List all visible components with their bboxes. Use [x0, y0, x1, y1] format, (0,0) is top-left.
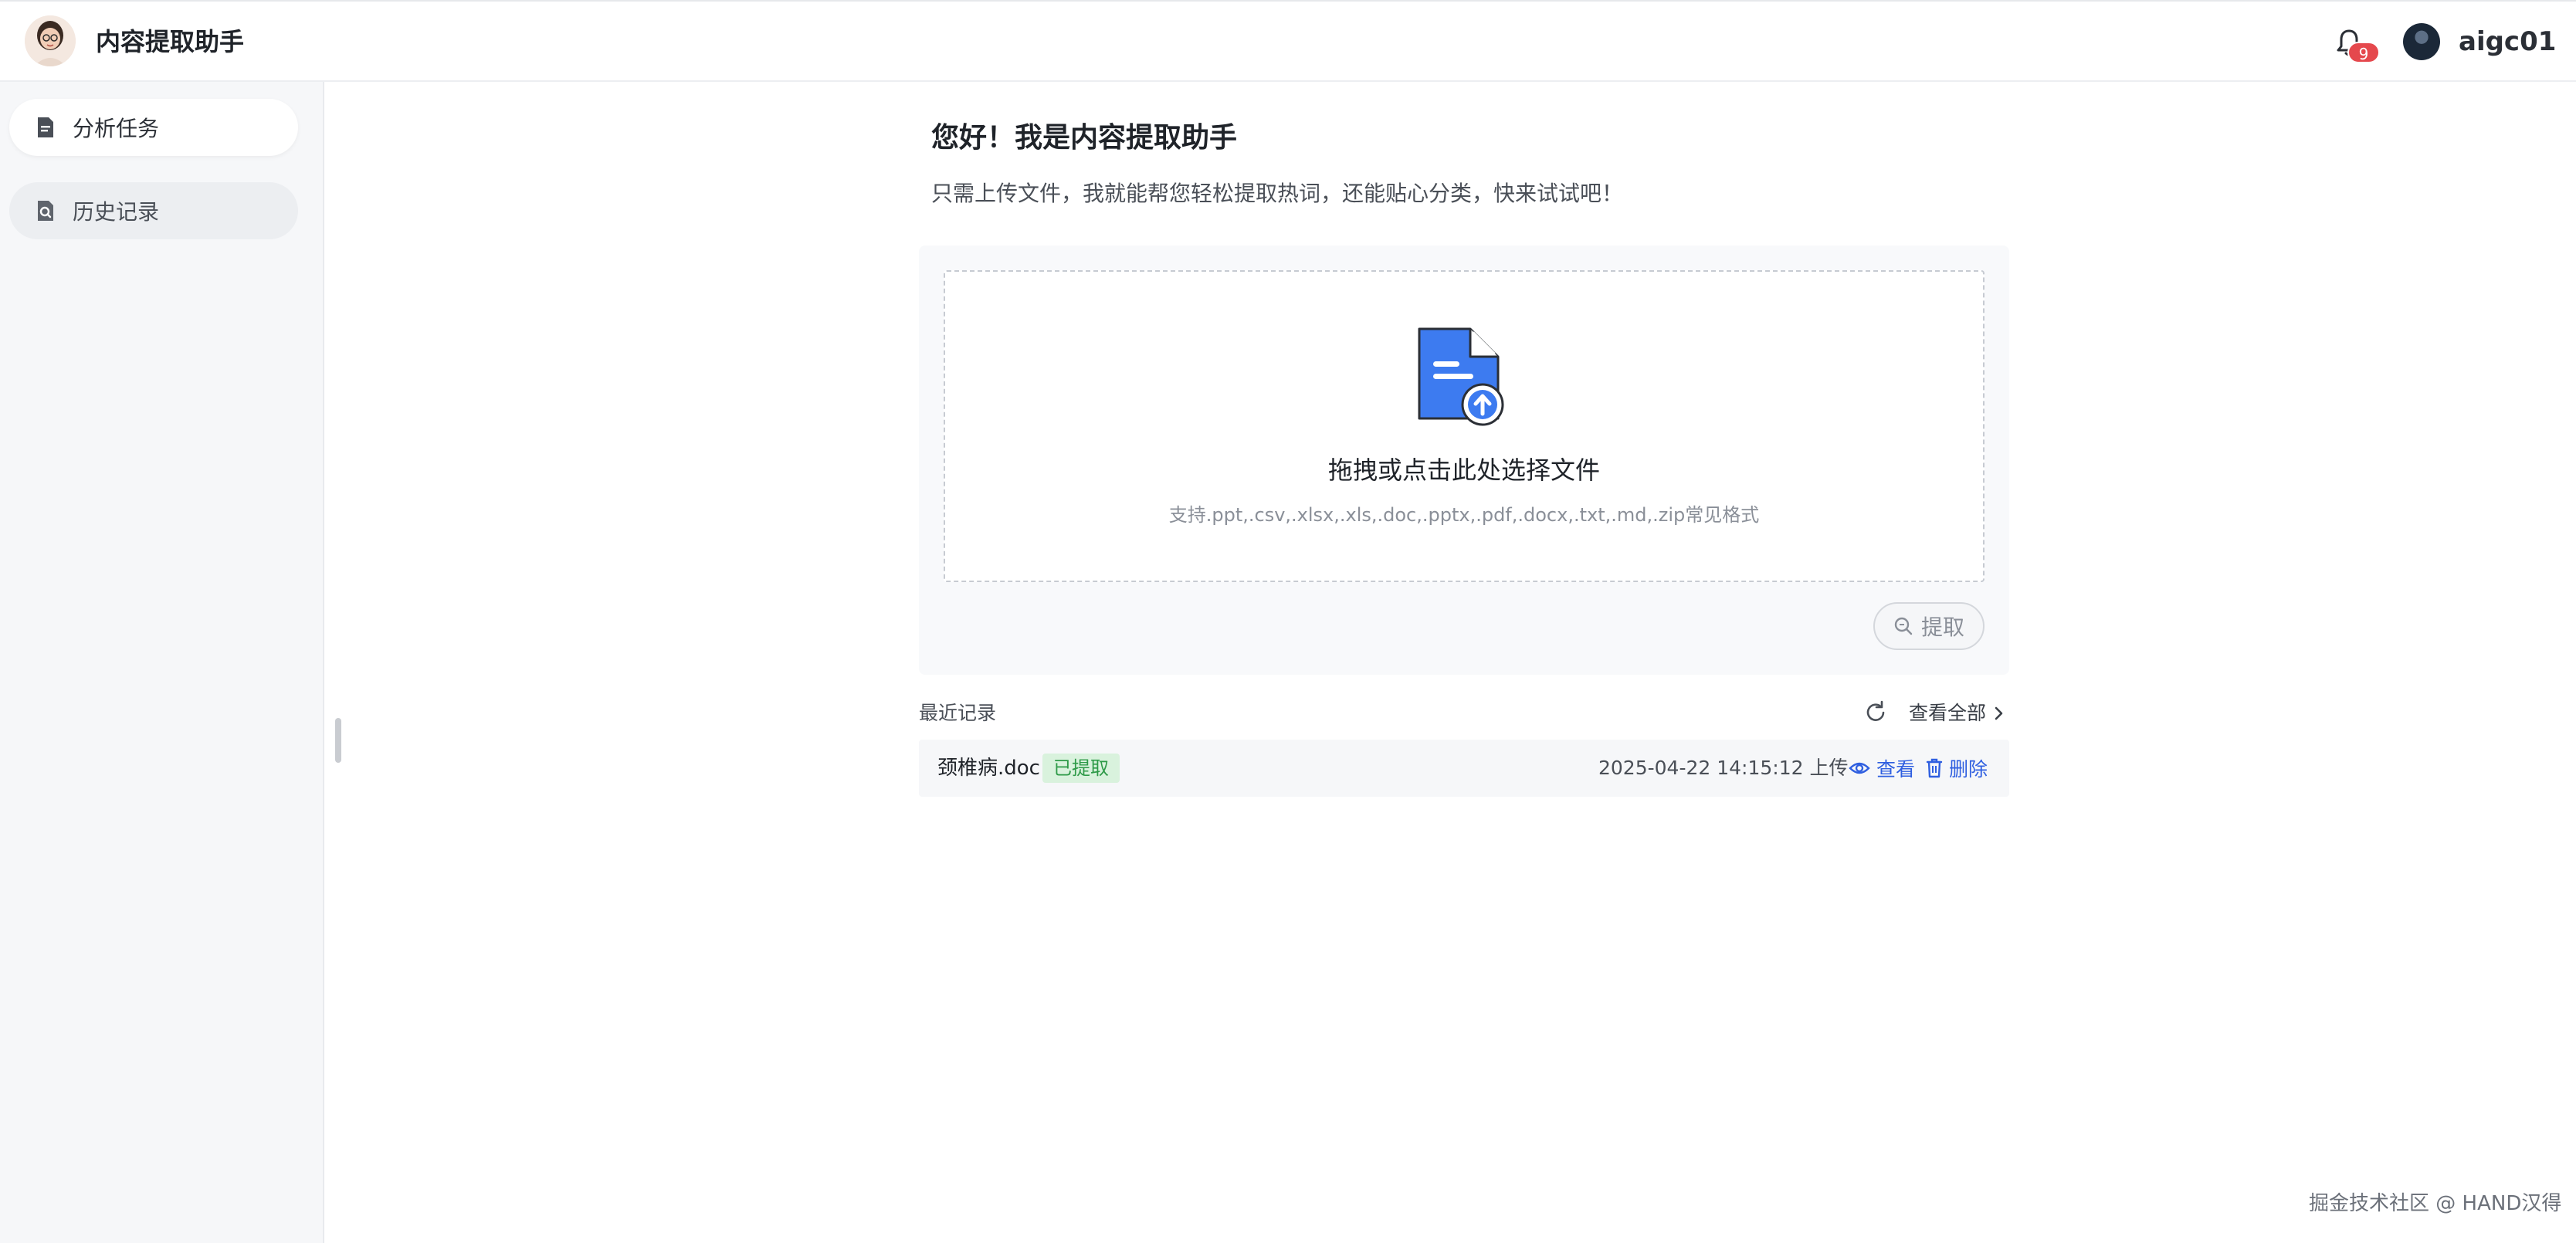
- trash-icon: [1926, 758, 1943, 778]
- document-icon: [38, 117, 53, 137]
- sidebar-item-label: 历史记录: [73, 199, 160, 225]
- eye-icon: [1849, 762, 1870, 774]
- search-icon: [1894, 617, 1913, 635]
- sidebar-item-history[interactable]: 历史记录: [9, 182, 298, 239]
- top-header: 内容提取助手 9 aigc01: [0, 0, 2576, 82]
- greeting-subtitle: 只需上传文件，我就能帮您轻松提取热词，还能贴心分类，快来试试吧！: [931, 181, 1624, 206]
- sidebar-item-analysis-task[interactable]: 分析任务: [9, 99, 298, 156]
- app-title: 内容提取助手: [96, 27, 245, 56]
- view-all-label: 查看全部: [1909, 702, 1987, 724]
- username[interactable]: aigc01: [2459, 25, 2556, 59]
- recent-records-title: 最近记录: [919, 702, 997, 724]
- refresh-icon[interactable]: [1863, 699, 1889, 726]
- upload-title: 拖拽或点击此处选择文件: [1327, 456, 1600, 485]
- assistant-avatar: [25, 15, 76, 66]
- view-record-label: 查看: [1876, 758, 1916, 781]
- view-all-link[interactable]: 查看全部: [1909, 699, 2005, 727]
- extract-button-label: 提取: [1920, 615, 1964, 640]
- sidebar: 分析任务 历史记录: [0, 82, 324, 1243]
- chevron-right-icon: [1995, 706, 2003, 720]
- watermark: 掘金技术社区 @ HAND汉得: [2309, 1192, 2562, 1215]
- file-upload-icon: [1418, 327, 1504, 426]
- user-avatar[interactable]: [2403, 23, 2440, 60]
- view-record-button[interactable]: 查看: [1849, 754, 1915, 783]
- delete-record-button[interactable]: 删除: [1926, 754, 1988, 783]
- delete-record-label: 删除: [1949, 758, 1988, 781]
- upload-format-hint: 支持.ppt,.csv,.xlsx,.xls,.doc,.pptx,.pdf,.…: [1168, 504, 1760, 526]
- greeting-title: 您好！我是内容提取助手: [931, 122, 1238, 154]
- extract-button[interactable]: 提取: [1873, 602, 1985, 650]
- record-file-name: 颈椎病.doc: [937, 757, 1040, 780]
- sidebar-item-label: 分析任务: [73, 116, 160, 141]
- status-badge: 已提取: [1042, 754, 1120, 783]
- notification-count-badge: 9: [2347, 42, 2380, 63]
- sidebar-resize-handle[interactable]: [335, 718, 341, 763]
- record-upload-time: 2025-04-22 14:15:12 上传: [1598, 757, 1849, 779]
- history-search-icon: [38, 201, 53, 221]
- assistant-avatar-image: [25, 15, 76, 66]
